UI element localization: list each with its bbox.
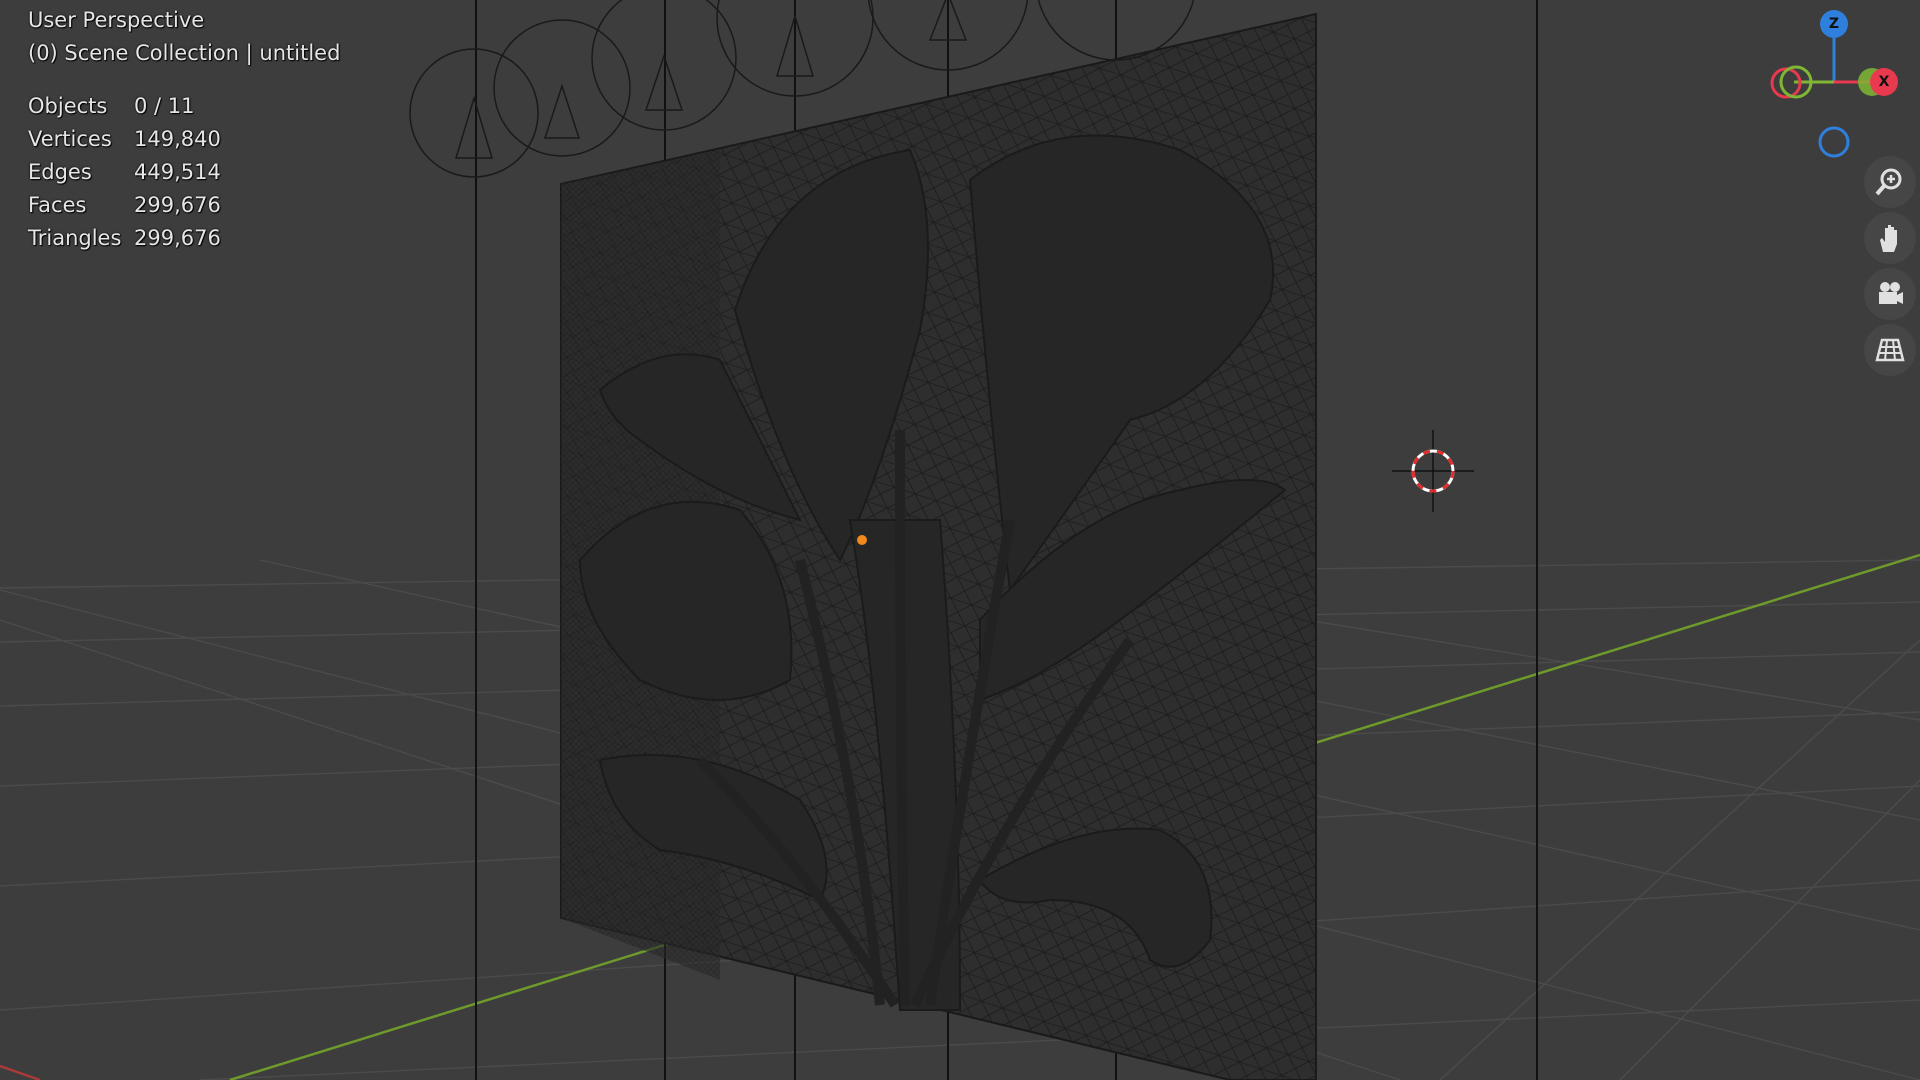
grid-icon — [1875, 338, 1905, 362]
navigation-gizmo[interactable]: Z X — [1750, 0, 1900, 170]
zoom-button[interactable] — [1864, 156, 1916, 208]
hand-icon — [1880, 225, 1897, 252]
3d-viewport[interactable]: User Perspective (0) Scene Collection | … — [0, 0, 1920, 1080]
stat-row-faces: Faces 299,676 — [28, 189, 221, 222]
stat-label: Edges — [28, 160, 92, 184]
active-object-origin[interactable] — [857, 535, 867, 545]
collection-line: (0) Scene Collection | untitled — [28, 41, 341, 65]
stat-row-vertices: Vertices 149,840 — [28, 123, 221, 156]
camera-view-button[interactable] — [1864, 268, 1916, 320]
scene-statistics: Objects 0 / 11 Vertices 149,840 Edges 44… — [28, 90, 221, 255]
view-name: User Perspective — [28, 8, 205, 32]
3d-cursor[interactable] — [1392, 430, 1474, 512]
stat-label: Triangles — [28, 226, 122, 250]
ortho-toggle-button[interactable] — [1864, 324, 1916, 376]
gizmo-z-axis[interactable]: Z — [1820, 10, 1848, 38]
x-axis-line — [0, 1064, 41, 1080]
stat-label: Objects — [28, 94, 108, 118]
stat-label: Vertices — [28, 127, 112, 151]
stat-value: 299,676 — [134, 226, 221, 250]
stat-label: Faces — [28, 193, 87, 217]
camera-icon — [1879, 282, 1903, 304]
stat-value: 299,676 — [134, 193, 221, 217]
gizmo-x-axis[interactable]: X — [1870, 68, 1898, 96]
stat-row-edges: Edges 449,514 — [28, 156, 221, 189]
stat-value: 449,514 — [134, 160, 221, 184]
stat-row-triangles: Triangles 299,676 — [28, 222, 221, 255]
relief-panel-mesh[interactable] — [560, 12, 1317, 1080]
stat-row-objects: Objects 0 / 11 — [28, 90, 221, 123]
stat-value: 0 / 11 — [134, 94, 195, 118]
zoom-in-icon — [1875, 168, 1902, 196]
scene-canvas[interactable] — [0, 0, 1920, 1080]
viewport-header-info: User Perspective (0) Scene Collection | … — [28, 4, 340, 70]
pan-button[interactable] — [1864, 212, 1916, 264]
stat-value: 149,840 — [134, 127, 221, 151]
